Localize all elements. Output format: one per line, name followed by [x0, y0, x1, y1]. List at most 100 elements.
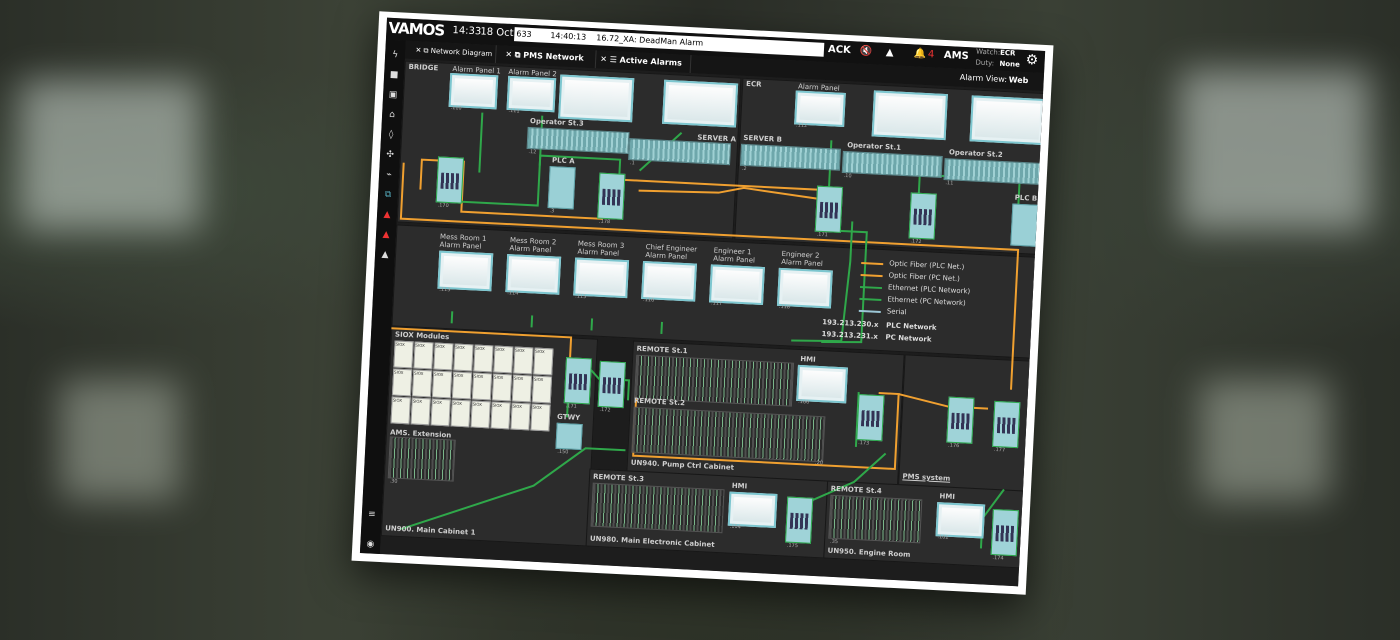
remote-st3-rack[interactable]	[590, 482, 725, 534]
alarm-group-icon[interactable]: ▲	[381, 230, 391, 240]
ams-extension-rack[interactable]	[387, 436, 456, 482]
trend-icon[interactable]: ⌁	[384, 170, 394, 180]
warning-icon[interactable]: ▲	[886, 47, 894, 58]
power-icon[interactable]: ϟ	[390, 50, 400, 60]
watch-value: ECR	[999, 48, 1016, 58]
eng1-monitor[interactable]	[709, 264, 765, 306]
ams-label[interactable]: AMS	[944, 50, 969, 62]
switch-170[interactable]	[435, 156, 465, 204]
ecr-alarm-panel-monitor[interactable]	[794, 90, 846, 127]
alarm-panel-2-monitor[interactable]	[506, 75, 557, 113]
pump-icon[interactable]: ▣	[388, 90, 398, 100]
siox-module[interactable]: SIOX	[433, 342, 454, 371]
siox-module[interactable]: SIOX	[490, 401, 511, 430]
siox-module[interactable]: SIOX	[471, 372, 493, 401]
switch-171[interactable]	[814, 185, 844, 233]
siox-module[interactable]: SIOX	[533, 347, 554, 376]
siox-module[interactable]: SIOX	[450, 399, 471, 428]
siox-module[interactable]: SIOX	[393, 340, 414, 369]
operator-st3-monitor[interactable]	[558, 74, 635, 123]
num: .174	[992, 555, 1004, 562]
eng2-monitor[interactable]	[776, 267, 833, 309]
hmi-1-monitor[interactable]	[796, 364, 848, 404]
switch-176[interactable]	[946, 396, 975, 444]
close-icon[interactable]: ✕	[1044, 74, 1045, 88]
switch-178[interactable]	[597, 172, 626, 220]
siox-module[interactable]: SIOX	[451, 371, 473, 400]
siox-module[interactable]: SIOX	[390, 396, 411, 425]
siox-module-label: SIOX	[472, 401, 483, 407]
mess1-monitor[interactable]	[437, 250, 494, 292]
plc-b-unit[interactable]	[1010, 203, 1039, 247]
mess2-monitor[interactable]	[505, 254, 562, 295]
operator-st1-monitor[interactable]	[871, 90, 948, 141]
alarm-list-icon[interactable]: ▲	[382, 210, 392, 220]
siox-module[interactable]: SIOX	[430, 398, 451, 427]
siox-module[interactable]: SIOX	[411, 369, 433, 398]
mess3-monitor[interactable]	[573, 257, 630, 299]
drop-icon[interactable]: ◊	[386, 130, 396, 140]
num: .10	[843, 172, 852, 180]
fan-icon[interactable]: ✣	[385, 150, 395, 160]
hmi-4-monitor[interactable]	[935, 502, 986, 539]
siox-module[interactable]: SIOX	[473, 344, 494, 373]
gear-icon[interactable]: ⚙	[1025, 52, 1038, 69]
siox-module[interactable]: SIOX	[531, 375, 553, 404]
tank-icon[interactable]: ⌂	[387, 110, 397, 120]
bg-blur-left-bottom	[60, 380, 180, 500]
switch-173[interactable]	[856, 394, 885, 442]
num: .118	[778, 303, 791, 311]
network-icon[interactable]: ⧉	[383, 190, 393, 200]
siox-module[interactable]: SIOX	[511, 374, 533, 403]
num: .171	[816, 231, 828, 239]
network-diagram: BRIDGE ECR SIOX Modules AMS. Extension U…	[379, 58, 1046, 587]
alarm-view-value[interactable]: Web	[1008, 75, 1028, 85]
warning-list-icon[interactable]: ▲	[380, 250, 390, 260]
operator-st2-monitor[interactable]	[969, 95, 1046, 146]
siox-module[interactable]: SIOX	[530, 403, 551, 432]
hmi-3-monitor[interactable]	[727, 491, 778, 528]
alarm-id: 633	[516, 29, 532, 40]
menu-icon[interactable]: ≡	[367, 509, 377, 519]
fiber-cable	[898, 393, 989, 410]
switch-174[interactable]	[990, 508, 1019, 557]
siox-module-label: SIOX	[452, 400, 463, 406]
siox-module[interactable]: SIOX	[453, 343, 474, 372]
num: .11	[945, 180, 954, 187]
siox-module[interactable]: SIOX	[491, 373, 513, 402]
switch-175[interactable]	[784, 496, 814, 544]
alarm-count: 4	[927, 49, 935, 61]
switch-171b[interactable]	[563, 357, 593, 405]
remote-st4-rack[interactable]	[828, 494, 923, 544]
siox-module-label: SIOX	[513, 375, 524, 382]
mute-icon[interactable]: 🔇	[860, 46, 873, 58]
siox-module[interactable]: SIOX	[493, 345, 514, 374]
siox-module[interactable]: SIOX	[410, 397, 431, 426]
num: .102	[937, 534, 949, 541]
alarm-panel-1-monitor[interactable]	[448, 72, 499, 110]
server-a-monitor[interactable]	[662, 79, 739, 128]
user-icon[interactable]: ◉	[365, 539, 375, 549]
engine-icon[interactable]: ■	[389, 70, 399, 80]
siox-module[interactable]: SIOX	[431, 370, 453, 399]
switch-172[interactable]	[908, 192, 937, 240]
num: .35	[829, 538, 839, 546]
chief-monitor[interactable]	[641, 260, 697, 302]
gateway-unit[interactable]	[555, 422, 583, 451]
remote-st2-rack[interactable]	[631, 406, 826, 463]
siox-module[interactable]: SIOX	[513, 346, 534, 375]
siox-module[interactable]: SIOX	[510, 402, 531, 431]
bg-blur-right-bottom	[1200, 380, 1330, 500]
siox-module-label: SIOX	[455, 344, 465, 351]
switch-177[interactable]	[992, 400, 1021, 449]
siox-module-label: SIOX	[493, 374, 504, 381]
siox-module[interactable]: SIOX	[413, 341, 434, 370]
num: .177	[993, 446, 1006, 454]
siox-module[interactable]: SIOX	[470, 400, 491, 429]
switch-172b[interactable]	[597, 360, 626, 409]
plc-a-unit[interactable]	[547, 166, 576, 210]
siox-module[interactable]: SIOX	[391, 368, 413, 397]
siox-module-label: SIOX	[415, 342, 425, 349]
ack-button[interactable]: ACK	[828, 44, 851, 56]
bell-icon[interactable]: 🔔	[914, 48, 927, 60]
